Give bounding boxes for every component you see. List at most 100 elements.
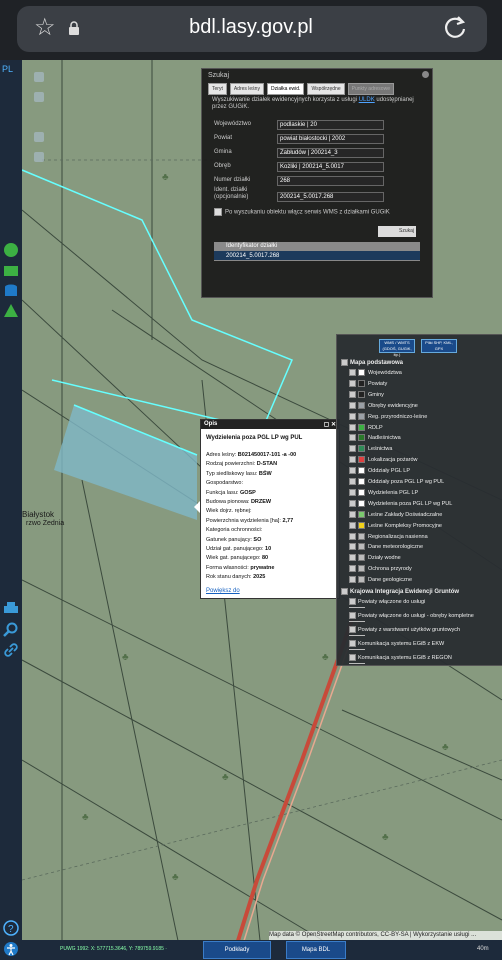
layer-row[interactable]: Województwa (349, 369, 402, 376)
layer-row[interactable]: Leśne Kompleksy Promocyjne (349, 521, 442, 529)
files-button[interactable]: Pliki SHP, KML, GPX (421, 339, 457, 353)
layer-row[interactable]: Powiaty (349, 379, 387, 387)
layer-checkbox[interactable] (349, 423, 356, 431)
pan-button[interactable] (34, 152, 44, 162)
layer-row[interactable]: Ochrona przyrody (349, 565, 412, 573)
language-button[interactable]: PL (2, 64, 13, 74)
layer-checkbox[interactable] (349, 626, 356, 633)
group-checkbox[interactable] (341, 588, 348, 595)
folder-icon[interactable] (3, 262, 19, 278)
layer-checkbox[interactable] (349, 554, 356, 562)
svg-text:♣: ♣ (172, 872, 179, 883)
layer-row[interactable]: Oddziały PGL LP (349, 467, 410, 475)
group-checkbox[interactable] (341, 359, 348, 366)
layer-checkbox[interactable] (349, 390, 356, 398)
layer-checkbox[interactable] (349, 467, 356, 475)
layer-checkbox[interactable] (349, 434, 356, 442)
tab-punkty-adresowe[interactable]: Punkty adresowe (347, 83, 394, 95)
layer-checkbox[interactable] (349, 654, 356, 661)
tab-teryt[interactable]: Teryt (208, 83, 227, 95)
layer-checkbox[interactable] (349, 598, 356, 605)
layer-checkbox[interactable] (349, 543, 356, 551)
layer-group-kieg[interactable]: Krajowa Integracja Ewidencji Gruntów (341, 588, 459, 595)
zoom-out-button[interactable] (34, 92, 44, 102)
uldk-link[interactable]: ULDK (359, 97, 375, 103)
wojewodztwo-select[interactable]: podlaskie | 20 (277, 120, 384, 130)
tab-adres-lesny[interactable]: Adres leśny (229, 83, 264, 95)
tab-dzialka-ewid[interactable]: Działka ewid. (266, 83, 305, 95)
layer-checkbox[interactable] (349, 456, 356, 464)
layer-row[interactable]: Regionalizacja nasienna (349, 532, 428, 540)
layer-row[interactable]: Nadleśnictwa (349, 434, 401, 442)
kieg-layer-row[interactable]: Powiaty z warstwami użytków gruntowych (349, 626, 460, 633)
accessibility-icon[interactable] (3, 941, 19, 957)
search-button[interactable]: Szukaj (378, 226, 416, 237)
bdl-map-button[interactable]: Mapa BDL (286, 941, 346, 959)
zoom-to-link[interactable]: Powiększ do (206, 588, 240, 594)
tab-wspolrzedne[interactable]: Współrzędne (307, 83, 345, 95)
print-icon[interactable] (3, 601, 19, 617)
layer-label: Dane meteorologiczne (368, 544, 424, 551)
layer-checkbox[interactable] (349, 612, 356, 619)
layer-row[interactable]: Wydzielenia PGL LP (349, 488, 418, 496)
result-row[interactable]: 200214_5.0017.268 (214, 251, 420, 261)
layer-checkbox[interactable] (349, 401, 356, 409)
basemaps-button-label: Podkłady (224, 947, 250, 953)
layer-group-label: Mapa podstawowa (350, 360, 404, 367)
help-icon[interactable]: ? (3, 920, 19, 936)
layer-row[interactable]: Dane geologiczne (349, 576, 412, 584)
ident-dzialki-input[interactable]: 200214_5.0017.268 (277, 192, 384, 202)
layer-checkbox[interactable] (349, 499, 356, 507)
wms-button[interactable]: WMS / WMTS (GDOŚ, GUGiK, itp.) (379, 339, 415, 357)
layer-row[interactable]: Wydzielenia poza PGL LP wg PUL (349, 499, 452, 507)
layer-row[interactable]: Działy wodne (349, 554, 401, 562)
layer-checkbox[interactable] (349, 379, 356, 387)
zoom-in-button[interactable] (34, 72, 44, 82)
layer-checkbox[interactable] (349, 521, 356, 529)
basemaps-button[interactable]: Podkłady (203, 941, 271, 959)
layer-checkbox[interactable] (349, 640, 356, 647)
layer-checkbox[interactable] (349, 510, 356, 518)
link-icon[interactable] (3, 642, 19, 658)
layer-row[interactable]: Dane meteorologiczne (349, 543, 424, 551)
layer-checkbox[interactable] (349, 576, 356, 584)
layer-checkbox[interactable] (349, 532, 356, 540)
layer-group-basic[interactable]: Mapa podstawowa (341, 359, 403, 366)
database-icon[interactable] (3, 283, 19, 299)
numer-dzialki-input[interactable]: 268 (277, 176, 384, 186)
close-icon[interactable] (422, 71, 429, 78)
tree-icon[interactable] (3, 303, 19, 319)
search-icon[interactable] (3, 622, 19, 638)
opis-row: Adres leśny: B021450017-101 -a -00 (206, 452, 296, 458)
layer-row[interactable]: Oddziały poza PGL LP wg PUL (349, 478, 444, 485)
layer-checkbox[interactable] (349, 565, 356, 573)
layer-row[interactable]: RDLP (349, 423, 383, 431)
obreb-select[interactable]: Kożliki | 200214_5.0017 (277, 162, 384, 172)
layer-row[interactable]: Leśnictwa (349, 445, 392, 453)
layer-checkbox[interactable] (349, 478, 356, 485)
layer-label: Działy wodne (368, 555, 401, 562)
kieg-layer-row[interactable]: Powiaty włączone do usługi - obręby komp… (349, 612, 474, 619)
globe-icon[interactable] (3, 242, 19, 258)
layer-checkbox[interactable] (349, 488, 356, 496)
opis-window-controls[interactable]: ▢ ✕ (324, 421, 336, 430)
measure-button[interactable] (34, 132, 44, 142)
kieg-layer-row[interactable]: Komunikacja systemu EGiB z EKW (349, 640, 444, 647)
layer-row[interactable]: Lokalizacja pożarów (349, 456, 418, 464)
layer-checkbox[interactable] (349, 369, 356, 376)
layer-row[interactable]: Leśne Zakłady Doświadczalne (349, 510, 442, 518)
gmina-select[interactable]: Zabłudów | 200214_3 (277, 148, 384, 158)
wms-checkbox-row[interactable]: Po wyszukaniu obiektu włącz serwis WMS z… (214, 208, 390, 216)
kieg-layer-row[interactable]: Komunikacja systemu EGiB z REGON (349, 654, 452, 661)
wms-checkbox[interactable] (214, 208, 222, 216)
kieg-layer-row[interactable]: Powiaty włączone do usługi (349, 598, 425, 605)
layer-checkbox[interactable] (349, 412, 356, 420)
layer-row[interactable]: Reg. przyrodniczo-leśne (349, 412, 427, 420)
layer-checkbox[interactable] (349, 445, 356, 453)
powiat-select[interactable]: powiat białostocki | 2002 (277, 134, 384, 144)
layer-row[interactable]: Obręby ewidencyjne (349, 401, 418, 409)
layer-row[interactable]: Gminy (349, 390, 384, 398)
layer-swatch-icon (358, 467, 365, 475)
reload-icon[interactable] (442, 14, 468, 40)
field-label: Numer działki (214, 177, 251, 183)
